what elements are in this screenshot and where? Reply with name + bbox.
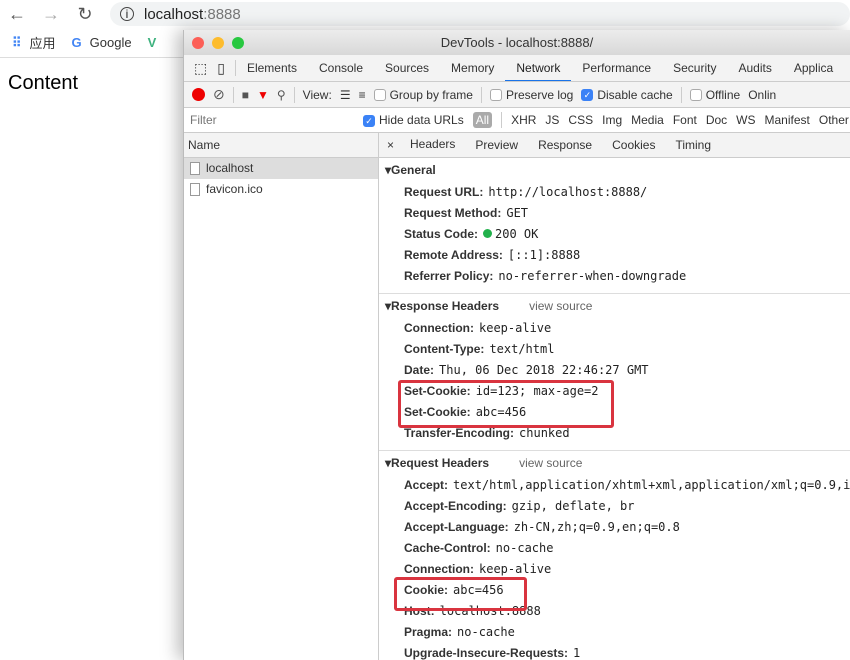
view-source-link[interactable]: view source (519, 451, 582, 475)
general-section: ▾ General Request URL: http://localhost:88… (379, 158, 850, 294)
section-toggle[interactable]: ▾ Request Headers view source (379, 451, 850, 475)
camera-icon[interactable]: ■ (242, 88, 249, 102)
highlight-set-cookie (398, 380, 614, 428)
header-row: Connection: keep-alive (404, 321, 552, 335)
section-toggle[interactable]: ▾ Response Headers view source (379, 294, 850, 318)
header-row: Pragma: no-cache (404, 625, 515, 639)
status-ok-icon (483, 229, 493, 238)
clear-icon[interactable]: ⊘ (213, 86, 225, 103)
file-icon (190, 162, 200, 175)
type-css[interactable]: CSS (568, 113, 593, 127)
window-title: DevTools - localhost:8888/ (440, 35, 594, 50)
search-icon[interactable]: ⚲ (277, 88, 286, 102)
bookmark-apps[interactable]: 应用 (30, 33, 56, 52)
tab-sources[interactable]: Sources (374, 55, 440, 81)
request-row[interactable]: localhost (184, 158, 378, 179)
request-details: × Headers Preview Response Cookies Timin… (379, 133, 850, 660)
close-button[interactable] (192, 37, 204, 49)
request-list: Name localhost favicon.ico (184, 133, 379, 660)
page-content: Content (8, 72, 79, 94)
header-row: Request URL: http://localhost:8888/ (404, 185, 648, 199)
network-toolbar: ⊘ ■ ▼ ⚲ View: ☰ ≡ Group by frame Preserv… (184, 82, 850, 108)
highlight-cookie (394, 577, 527, 611)
back-icon[interactable]: ← (0, 4, 34, 25)
header-row: Remote Address: [::1]:8888 (404, 248, 581, 262)
url-port: :8888 (203, 5, 241, 23)
apps-icon: ⠿ (12, 34, 22, 50)
type-doc[interactable]: Doc (706, 113, 727, 127)
inspect-icon[interactable]: ⬚ (184, 60, 213, 77)
type-other[interactable]: Other (819, 113, 849, 127)
throttling-select[interactable]: Onlin (748, 88, 776, 102)
record-icon[interactable] (192, 88, 205, 101)
header-row: Date: Thu, 06 Dec 2018 22:46:27 GMT (404, 363, 649, 377)
filter-input[interactable] (184, 108, 354, 132)
panel-tabs: ⬚ ▯ Elements Console Sources Memory Netw… (184, 55, 850, 82)
tab-performance[interactable]: Performance (571, 55, 662, 81)
google-icon: G (71, 35, 82, 50)
tab-timing[interactable]: Timing (665, 133, 721, 157)
name-column-header[interactable]: Name (184, 133, 378, 158)
header-row: Upgrade-Insecure-Requests: 1 (404, 646, 581, 660)
tab-audits[interactable]: Audits (727, 55, 782, 81)
tab-cookies[interactable]: Cookies (602, 133, 665, 157)
type-js[interactable]: JS (545, 113, 559, 127)
reload-icon[interactable]: ↻ (68, 4, 102, 25)
header-row: Cache-Control: no-cache (404, 541, 554, 555)
vue-icon[interactable]: V (148, 35, 157, 50)
header-row: Referrer Policy: no-referrer-when-downgra… (404, 269, 687, 283)
file-icon (190, 183, 200, 196)
bookmark-google[interactable]: Google (90, 35, 132, 50)
address-bar-row: ← → ↻ i localhost:8888 (0, 0, 850, 28)
request-row[interactable]: favicon.ico (184, 179, 378, 200)
devtools-titlebar: DevTools - localhost:8888/ (184, 30, 850, 55)
zoom-button[interactable] (232, 37, 244, 49)
info-icon[interactable]: i (120, 7, 134, 21)
url-input[interactable]: i localhost:8888 (110, 2, 850, 26)
view-source-link[interactable]: view source (529, 294, 592, 318)
tab-headers[interactable]: Headers (400, 133, 466, 157)
tab-console[interactable]: Console (308, 55, 374, 81)
type-manifest[interactable]: Manifest (765, 113, 810, 127)
minimize-button[interactable] (212, 37, 224, 49)
filter-bar: ✓Hide data URLs All XHR JS CSS Img Media… (184, 108, 850, 133)
header-row: Accept-Encoding: gzip, deflate, br (404, 499, 635, 513)
tab-network[interactable]: Network (505, 55, 572, 81)
hide-data-urls-checkbox[interactable]: ✓ Hide data URLs (363, 113, 464, 127)
tab-response[interactable]: Response (528, 133, 602, 157)
overview-icon[interactable]: ≡ (359, 88, 366, 102)
section-toggle[interactable]: ▾ General (379, 158, 850, 182)
type-xhr[interactable]: XHR (511, 113, 536, 127)
large-rows-icon[interactable]: ☰ (340, 88, 351, 102)
devtools-window: DevTools - localhost:8888/ ⬚ ▯ Elements … (183, 30, 850, 660)
type-ws[interactable]: WS (736, 113, 755, 127)
header-row: Status Code: 200 OK (404, 227, 539, 241)
forward-icon[interactable]: → (34, 4, 68, 25)
preserve-log-checkbox[interactable]: Preserve log (489, 88, 573, 102)
header-row: Accept-Language: zh-CN,zh;q=0.9,en;q=0.8 (404, 520, 680, 534)
device-toggle-icon[interactable]: ▯ (213, 60, 235, 77)
disable-cache-checkbox[interactable]: ✓ Disable cache (581, 88, 673, 102)
url-host: localhost (144, 5, 204, 23)
tab-security[interactable]: Security (662, 55, 727, 81)
header-row: Request Method: GET (404, 206, 529, 220)
tab-memory[interactable]: Memory (440, 55, 505, 81)
tab-application[interactable]: Applica (783, 55, 844, 81)
detail-tabs: × Headers Preview Response Cookies Timin… (379, 133, 850, 158)
header-row: Content-Type: text/html (404, 342, 555, 356)
close-icon[interactable]: × (379, 138, 400, 152)
type-media[interactable]: Media (631, 113, 664, 127)
request-headers-section: ▾ Request Headers view source Accept: text/… (379, 451, 850, 660)
type-img[interactable]: Img (602, 113, 622, 127)
group-by-frame-checkbox[interactable]: Group by frame (373, 88, 473, 102)
filter-icon[interactable]: ▼ (257, 88, 269, 102)
tab-elements[interactable]: Elements (236, 55, 308, 81)
header-row: Accept: text/html,application/xhtml+xml,a… (404, 478, 850, 492)
tab-preview[interactable]: Preview (465, 133, 528, 157)
type-all[interactable]: All (472, 112, 493, 128)
type-font[interactable]: Font (673, 113, 697, 127)
view-label: View: (302, 87, 332, 102)
offline-checkbox[interactable]: Offline (689, 88, 740, 102)
